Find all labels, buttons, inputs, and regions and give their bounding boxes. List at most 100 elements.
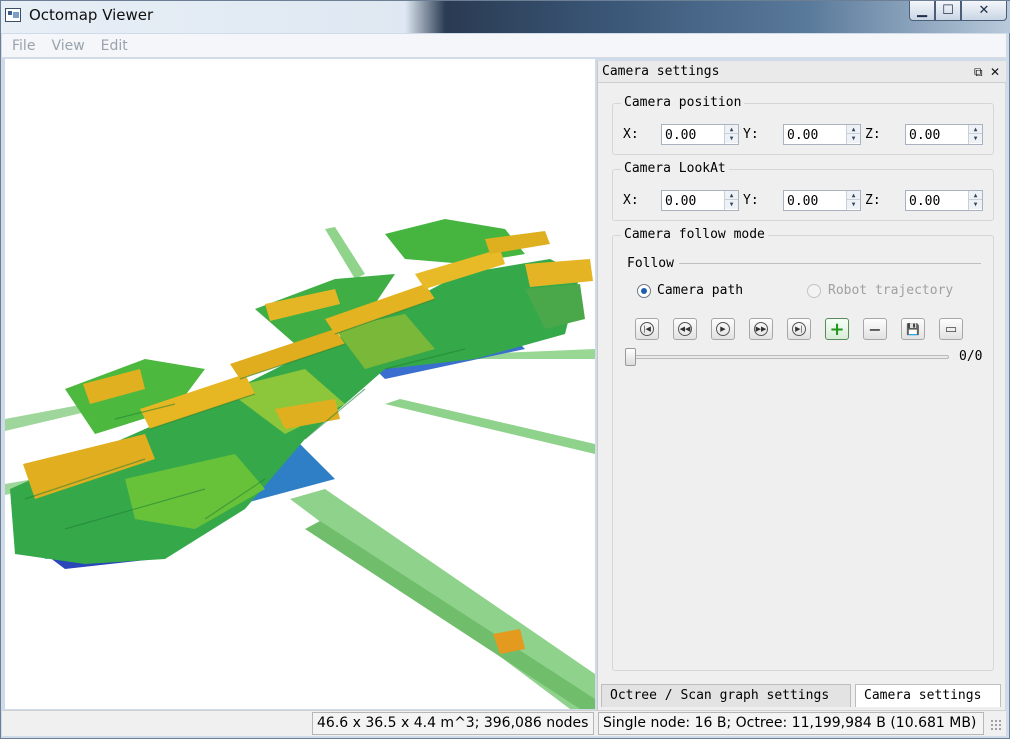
next-frame-icon: ▶▶: [754, 322, 768, 336]
camera-lookat-y-label: Y:: [743, 193, 759, 208]
status-memory-text: Single node: 16 B; Octree: 11,199,984 B …: [603, 715, 977, 731]
robot-trajectory-label[interactable]: Robot trajectory: [828, 283, 953, 298]
dock-title: Camera settings: [602, 64, 720, 79]
add-frame-icon: +: [829, 318, 845, 340]
title-bar[interactable]: Octomap Viewer ▁ ☐ ✕: [1, 1, 1010, 33]
window-controls: ▁ ☐ ✕: [909, 1, 1007, 21]
record-path-button[interactable]: ▭: [939, 318, 963, 340]
spin-up-icon[interactable]: ▲: [725, 125, 738, 134]
minimize-icon: ▁: [917, 3, 927, 18]
menu-file[interactable]: File: [12, 38, 35, 54]
add-frame-button[interactable]: +: [825, 318, 849, 340]
camera-lookat-z-spinbox[interactable]: 0.00 ▲ ▼: [905, 190, 983, 211]
spin-up-icon[interactable]: ▲: [847, 191, 860, 200]
maximize-icon: ☐: [942, 3, 954, 18]
camera-lookat-row: X: 0.00 ▲ ▼ Y: 0.00 ▲ ▼ Z: 0.00 ▲ ▼: [623, 190, 993, 212]
camera-lookat-z-value: 0.00: [909, 194, 941, 209]
camera-position-x-label: X:: [623, 127, 639, 142]
tab-camera-label: Camera settings: [864, 688, 982, 703]
camera-position-z-value: 0.00: [909, 128, 941, 143]
remove-frame-button[interactable]: −: [863, 318, 887, 340]
status-dimensions-text: 46.6 x 36.5 x 4.4 m^3; 396,086 nodes: [317, 715, 589, 731]
frame-slider-track[interactable]: [631, 355, 949, 359]
camera-position-x-spinbox[interactable]: 0.00 ▲ ▼: [661, 124, 739, 145]
camera-position-label: Camera position: [621, 95, 745, 110]
window-title: Octomap Viewer: [29, 6, 154, 24]
camera-position-z-label: Z:: [865, 127, 881, 142]
spin-up-icon[interactable]: ▲: [847, 125, 860, 134]
dock-title-bar[interactable]: Camera settings ⧉ ✕: [598, 61, 1006, 83]
camera-settings-dock: Camera settings ⧉ ✕ Camera position X: 0…: [597, 61, 1006, 711]
camera-lookat-z-label: Z:: [865, 193, 881, 208]
menu-bar: File View Edit: [2, 34, 1006, 58]
tab-octree-label: Octree / Scan graph settings: [610, 688, 830, 703]
close-dock-icon[interactable]: ✕: [990, 61, 1000, 83]
spin-arrows[interactable]: ▲ ▼: [724, 125, 738, 144]
first-frame-button[interactable]: |◀: [635, 318, 659, 340]
spin-down-icon[interactable]: ▼: [725, 200, 738, 209]
spin-arrows[interactable]: ▲ ▼: [968, 125, 982, 144]
spin-up-icon[interactable]: ▲: [969, 125, 982, 134]
follow-label: Follow: [627, 256, 674, 271]
octomap-app-icon: [5, 8, 21, 22]
camera-lookat-label: Camera LookAt: [621, 161, 729, 176]
maximize-button[interactable]: ☐: [935, 1, 961, 21]
camera-position-y-spinbox[interactable]: 0.00 ▲ ▼: [783, 124, 861, 145]
camera-position-group: Camera position X: 0.00 ▲ ▼ Y: 0.00 ▲ ▼ Z:…: [612, 95, 994, 155]
resize-grip-icon[interactable]: [990, 719, 1002, 731]
play-icon: ▶: [716, 322, 730, 336]
previous-frame-button[interactable]: ◀◀: [673, 318, 697, 340]
camera-lookat-x-value: 0.00: [665, 194, 697, 209]
camera-lookat-x-label: X:: [623, 193, 639, 208]
save-path-button[interactable]: 💾: [901, 318, 925, 340]
remove-frame-icon: −: [868, 319, 882, 339]
status-bar: 46.6 x 36.5 x 4.4 m^3; 396,086 nodes Sin…: [2, 710, 1006, 736]
spin-down-icon[interactable]: ▼: [847, 200, 860, 209]
camera-lookat-y-spinbox[interactable]: 0.00 ▲ ▼: [783, 190, 861, 211]
follow-separator: [679, 263, 981, 264]
camera-lookat-group: Camera LookAt X: 0.00 ▲ ▼ Y: 0.00 ▲ ▼ Z: 0…: [612, 161, 994, 221]
dock-tabs: Octree / Scan graph settings Camera sett…: [597, 684, 1005, 708]
menu-view[interactable]: View: [51, 38, 84, 54]
close-button[interactable]: ✕: [961, 1, 1007, 21]
camera-path-radio[interactable]: [637, 284, 651, 298]
status-dimensions: 46.6 x 36.5 x 4.4 m^3; 396,086 nodes: [312, 712, 594, 735]
camera-position-row: X: 0.00 ▲ ▼ Y: 0.00 ▲ ▼ Z: 0.00 ▲ ▼: [623, 124, 993, 146]
camera-position-y-label: Y:: [743, 127, 759, 142]
camera-lookat-y-value: 0.00: [787, 194, 819, 209]
tab-octree-scan-graph-settings[interactable]: Octree / Scan graph settings: [601, 684, 851, 707]
spin-down-icon[interactable]: ▼: [969, 134, 982, 143]
spin-arrows[interactable]: ▲ ▼: [724, 191, 738, 210]
close-icon: ✕: [978, 3, 990, 18]
octomap-3d-viewport[interactable]: [5, 59, 595, 709]
play-button[interactable]: ▶: [711, 318, 735, 340]
tab-camera-settings[interactable]: Camera settings: [855, 684, 1001, 707]
spin-arrows[interactable]: ▲ ▼: [846, 125, 860, 144]
last-frame-icon: ▶|: [792, 322, 806, 336]
spin-down-icon[interactable]: ▼: [969, 200, 982, 209]
octomap-render: [5, 219, 595, 709]
camera-follow-mode-label: Camera follow mode: [621, 227, 768, 242]
save-path-icon: 💾: [906, 322, 920, 336]
menu-edit[interactable]: Edit: [101, 38, 128, 54]
camera-position-z-spinbox[interactable]: 0.00 ▲ ▼: [905, 124, 983, 145]
camera-position-y-value: 0.00: [787, 128, 819, 143]
camera-lookat-x-spinbox[interactable]: 0.00 ▲ ▼: [661, 190, 739, 211]
spin-arrows[interactable]: ▲ ▼: [968, 191, 982, 210]
last-frame-button[interactable]: ▶|: [787, 318, 811, 340]
float-dock-icon[interactable]: ⧉: [974, 61, 983, 83]
frame-slider-handle[interactable]: [625, 348, 636, 366]
spin-up-icon[interactable]: ▲: [969, 191, 982, 200]
spin-arrows[interactable]: ▲ ▼: [846, 191, 860, 210]
camera-path-label[interactable]: Camera path: [657, 283, 743, 298]
previous-frame-icon: ◀◀: [678, 322, 692, 336]
next-frame-button[interactable]: ▶▶: [749, 318, 773, 340]
frame-counter: 0/0: [959, 349, 983, 364]
spin-up-icon[interactable]: ▲: [725, 191, 738, 200]
spin-down-icon[interactable]: ▼: [847, 134, 860, 143]
spin-down-icon[interactable]: ▼: [725, 134, 738, 143]
minimize-button[interactable]: ▁: [909, 1, 935, 21]
robot-trajectory-radio[interactable]: [807, 284, 821, 298]
record-path-icon: ▭: [944, 321, 958, 337]
status-memory: Single node: 16 B; Octree: 11,199,984 B …: [598, 712, 984, 735]
